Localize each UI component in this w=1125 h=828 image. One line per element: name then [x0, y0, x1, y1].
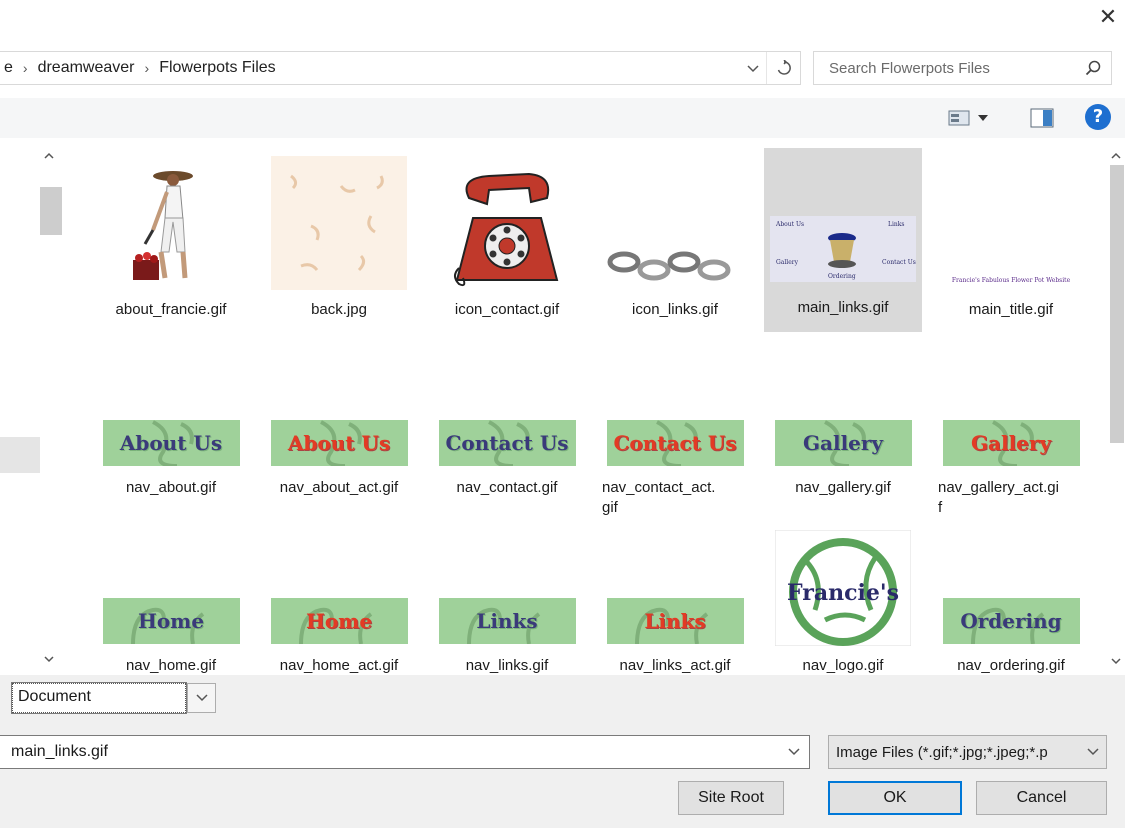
refresh-icon[interactable] [766, 52, 800, 84]
chevron-down-icon[interactable] [1080, 745, 1106, 759]
cancel-button[interactable]: Cancel [976, 781, 1107, 815]
file-item[interactable]: Contact Us nav_contact.gif [428, 328, 586, 512]
file-item[interactable]: Francie's nav_logo.gif [764, 506, 922, 675]
file-name: nav_home_act.gif [279, 657, 399, 674]
ok-button[interactable]: OK [828, 781, 962, 815]
search-icon[interactable] [1075, 52, 1111, 84]
nav-scrollbar-thumb[interactable] [40, 187, 62, 235]
svg-text:Francie's: Francie's [787, 580, 899, 606]
file-name-field[interactable] [0, 735, 810, 769]
svg-text:Ordering: Ordering [828, 273, 856, 280]
file-name: icon_links.gif [632, 301, 718, 318]
scroll-down-arrow[interactable] [1111, 654, 1121, 668]
file-item[interactable]: icon_contact.gif [428, 150, 586, 334]
scrollbar-thumb[interactable] [1110, 165, 1124, 443]
file-name: nav_contact.gif [456, 479, 558, 496]
file-thumbnail: Links [428, 506, 586, 646]
file-item[interactable]: back.jpg [260, 150, 418, 334]
breadcrumb-item[interactable]: dreamweaver [38, 59, 135, 77]
svg-text:About Us: About Us [775, 221, 804, 228]
preview-pane-icon[interactable] [1030, 108, 1054, 128]
file-thumbnail [92, 150, 250, 290]
file-item-selected[interactable]: About Us Links Gallery Ordering Contact … [764, 148, 922, 332]
file-thumbnail: Ordering [932, 506, 1090, 646]
file-thumbnail: Gallery [932, 328, 1090, 468]
file-thumbnail: Home [260, 506, 418, 646]
view-options-button[interactable] [948, 106, 1002, 130]
relative-to-select[interactable]: Document [10, 682, 216, 714]
dialog-footer: Document Image Files (*.gif;*.jpg;*.jpeg… [0, 675, 1125, 828]
file-name: nav_about.gif [125, 479, 217, 496]
file-name: nav_home.gif [125, 657, 217, 674]
chevron-down-icon[interactable] [740, 61, 766, 76]
toolbar: ? [0, 98, 1125, 138]
file-name: main_title.gif [968, 301, 1054, 318]
file-name: nav_gallery.gif [795, 479, 891, 496]
close-icon[interactable]: ✕ [1094, 4, 1122, 32]
file-item[interactable]: Links nav_links.gif [428, 506, 586, 675]
breadcrumb: e › dreamweaver › Flowerpots Files [0, 59, 740, 77]
relative-to-value[interactable]: Document [10, 682, 188, 714]
breadcrumb-item[interactable]: e [4, 59, 13, 77]
file-item[interactable]: Contact Us nav_contact_act. gif [596, 328, 754, 516]
file-thumbnail [596, 150, 754, 290]
file-item[interactable]: Home nav_home_act.gif [260, 506, 418, 675]
file-name: nav_about_act.gif [279, 479, 399, 496]
file-thumbnail: Contact Us [596, 328, 754, 468]
file-item[interactable]: About Us nav_about_act.gif [260, 328, 418, 512]
file-name-input[interactable] [0, 743, 779, 761]
svg-text:Gallery: Gallery [776, 259, 799, 266]
site-root-button[interactable]: Site Root [678, 781, 784, 815]
file-thumbnail: About Us [260, 328, 418, 468]
file-thumbnail: Links [596, 506, 754, 646]
file-item[interactable]: Gallery nav_gallery.gif [764, 328, 922, 512]
file-item[interactable]: Links nav_links_act.gif [596, 506, 754, 675]
file-thumbnail: About Us Links Gallery Ordering Contact … [764, 148, 922, 288]
search-input[interactable] [814, 59, 1075, 77]
file-item[interactable]: Gallery nav_gallery_act.gi f [932, 328, 1090, 516]
chevron-down-icon[interactable] [779, 745, 809, 759]
file-name: back.jpg [311, 301, 367, 318]
file-item[interactable]: About Us nav_about.gif [92, 328, 250, 512]
breadcrumb-separator[interactable]: › [23, 60, 28, 76]
search-box[interactable] [813, 51, 1112, 85]
nav-scroll-up-arrow[interactable] [44, 148, 54, 162]
help-icon[interactable]: ? [1085, 104, 1111, 130]
breadcrumb-item[interactable]: Flowerpots Files [159, 59, 275, 77]
scroll-up-arrow[interactable] [1111, 148, 1121, 162]
chevron-down-icon [978, 115, 988, 121]
file-type-value[interactable]: Image Files (*.gif;*.jpg;*.jpeg;*.p [829, 744, 1080, 761]
file-thumbnail: Gallery [764, 328, 922, 468]
file-thumbnail: Contact Us [428, 328, 586, 468]
file-item[interactable]: Francie's Fabulous Flower Pot Website ma… [932, 150, 1090, 334]
svg-text:Links: Links [888, 221, 904, 228]
chevron-down-icon[interactable] [187, 683, 216, 713]
file-thumbnail: Home [92, 506, 250, 646]
file-name: icon_contact.gif [454, 301, 560, 318]
file-item[interactable]: Home nav_home.gif [92, 506, 250, 675]
file-type-select[interactable]: Image Files (*.gif;*.jpg;*.jpeg;*.p [828, 735, 1107, 769]
file-name: main_links.gif [797, 299, 889, 316]
breadcrumb-separator[interactable]: › [145, 60, 150, 76]
file-name: nav_ordering.gif [957, 657, 1065, 674]
file-list: about_francie.gif back.jpg icon_contact.… [82, 140, 1107, 675]
svg-text:Contact Us: Contact Us [882, 259, 916, 266]
file-thumbnail [260, 150, 418, 290]
file-thumbnail [428, 150, 586, 290]
file-item[interactable]: Ordering nav_ordering.gif [932, 506, 1090, 675]
address-bar[interactable]: e › dreamweaver › Flowerpots Files [0, 51, 801, 85]
file-item[interactable]: icon_links.gif [596, 150, 754, 334]
file-name: about_francie.gif [115, 301, 227, 318]
file-thumbnail: Francie's [764, 506, 922, 646]
svg-text:Francie's Fabulous Flower Pot: Francie's Fabulous Flower Pot Website [952, 277, 1071, 284]
file-thumbnail: About Us [92, 328, 250, 468]
view-options-icon [948, 110, 970, 126]
nav-pane-selected-item[interactable] [0, 437, 40, 473]
file-name: nav_links.gif [465, 657, 549, 674]
nav-scroll-down-arrow[interactable] [44, 652, 54, 666]
file-name: nav_logo.gif [802, 657, 884, 674]
file-item[interactable]: about_francie.gif [92, 150, 250, 334]
file-thumbnail: Francie's Fabulous Flower Pot Website [932, 150, 1090, 290]
file-name: nav_links_act.gif [619, 657, 731, 674]
